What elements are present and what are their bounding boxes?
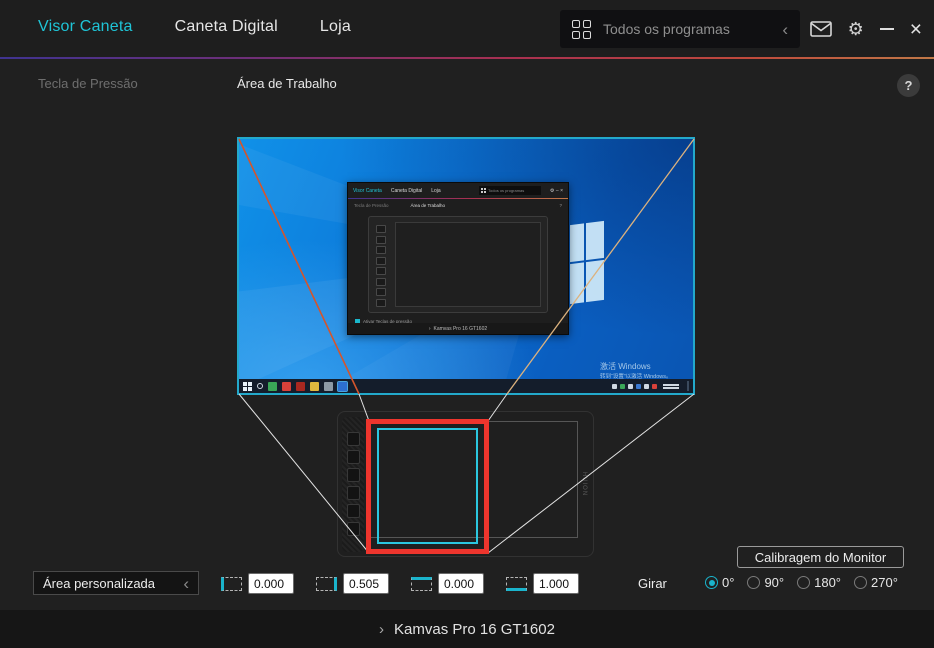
mini-tab-loja: Loja (431, 187, 441, 194)
taskbar-app-gray (324, 381, 333, 391)
settings-gear-icon[interactable]: ⚙ (848, 20, 864, 38)
margin-bottom-input[interactable] (533, 573, 579, 594)
mini-driver-window: Visor Caneta Caneta Digital Loja Todos o… (347, 182, 569, 335)
apps-grid-icon (572, 19, 591, 39)
taskbar-app-red (282, 381, 291, 391)
rotate-180-radio[interactable]: 180° (797, 575, 841, 590)
radio-icon (705, 576, 718, 589)
area-mode-dropdown[interactable]: Área personalizada ‹ (33, 571, 199, 595)
close-button[interactable]: × (910, 19, 922, 40)
mini-window-controls: ⚙ – × (550, 187, 563, 194)
mini-help-button: ? (559, 203, 562, 208)
mini-tab-pressure-key: Tecla de Pressão (354, 203, 389, 208)
margin-right-group (316, 573, 389, 594)
taskbar-app-darkred (296, 381, 305, 391)
rotate-options: 0° 90° 180° 270° (705, 575, 898, 590)
all-programs-dropdown[interactable]: Todos os programas ‹ (560, 10, 800, 48)
taskbar-app-folder (310, 381, 319, 391)
mail-icon[interactable] (809, 21, 832, 37)
window-controls: ⚙ × (809, 0, 922, 58)
monitor-preview[interactable]: 激活 Windows 转到“设置”以激活 Windows。 Visor Cane… (237, 137, 695, 395)
start-button-icon (243, 381, 252, 391)
rotate-270-radio[interactable]: 270° (854, 575, 898, 590)
express-keys (347, 432, 360, 536)
margin-bottom-group (506, 573, 579, 594)
selected-area-cyan-rect[interactable] (377, 428, 478, 544)
margin-top-icon (411, 576, 432, 591)
taskbar-app-huion-active (337, 380, 348, 392)
tab-visor-caneta[interactable]: Visor Caneta (38, 18, 133, 36)
chevron-right-icon: › (379, 620, 385, 638)
mini-footer: › Kamvas Pro 16 GT1602 (348, 323, 568, 334)
radio-icon (854, 576, 867, 589)
rotate-0-radio[interactable]: 0° (705, 575, 734, 590)
margin-left-input[interactable] (248, 573, 294, 594)
huion-driver-window: Visor Caneta Caneta Digital Loja Todos o… (0, 0, 934, 648)
monitor-calibration-button[interactable]: Calibragem do Monitor (737, 546, 904, 568)
huion-brand-label: HUION (581, 471, 587, 497)
margin-right-icon (316, 576, 337, 591)
header-bar: Visor Caneta Caneta Digital Loja Todos o… (0, 0, 934, 58)
margin-top-group (411, 573, 484, 594)
rotate-90-radio[interactable]: 90° (747, 575, 784, 590)
help-button[interactable]: ? (897, 74, 920, 97)
radio-icon (747, 576, 761, 589)
mini-tab-caneta-digital: Caneta Digital (390, 187, 423, 194)
mini-express-keys (376, 225, 386, 307)
main-nav: Visor Caneta Caneta Digital Loja (38, 18, 351, 36)
search-icon (257, 383, 263, 389)
margin-left-icon (221, 576, 242, 591)
rotate-label: Girar (638, 576, 667, 591)
taskbar-app-browser (268, 381, 277, 391)
taskbar-clock (663, 383, 679, 389)
mini-tab-working-area: Área de Trabalho (410, 203, 446, 208)
all-programs-label: Todos os programas (603, 21, 730, 37)
device-footer[interactable]: › Kamvas Pro 16 GT1602 (0, 610, 934, 648)
tab-caneta-digital[interactable]: Caneta Digital (175, 18, 278, 36)
margin-top-input[interactable] (438, 573, 484, 594)
tab-working-area[interactable]: Área de Trabalho (237, 76, 337, 91)
mini-nav: Visor Caneta Caneta Digital Loja Todos o… (348, 183, 568, 198)
mini-tablet-graphic (368, 216, 548, 313)
windows-logo (570, 220, 604, 305)
chevron-left-icon: ‹ (183, 573, 189, 593)
show-desktop-edge (687, 381, 689, 391)
mini-all-programs-dropdown: Todos os programas (479, 186, 542, 195)
header-gradient-divider (0, 57, 934, 59)
tab-pressure-key[interactable]: Tecla de Pressão (38, 76, 138, 91)
device-name: Kamvas Pro 16 GT1602 (394, 620, 555, 638)
radio-icon (797, 576, 811, 589)
taskbar (239, 379, 693, 393)
tab-loja[interactable]: Loja (320, 18, 351, 36)
minimize-button[interactable] (879, 28, 894, 30)
margin-left-group (221, 573, 294, 594)
mini-apps-grid-icon (481, 188, 487, 193)
margin-right-input[interactable] (343, 573, 389, 594)
system-tray (612, 381, 689, 391)
mini-tab-visor-caneta: Visor Caneta (353, 187, 382, 194)
chevron-left-icon[interactable]: ‹ (782, 21, 788, 38)
margin-bottom-icon (506, 576, 527, 591)
mini-subnav: Tecla de Pressão Área de Trabalho ? (348, 199, 568, 212)
mini-tablet-active-area (395, 222, 541, 307)
